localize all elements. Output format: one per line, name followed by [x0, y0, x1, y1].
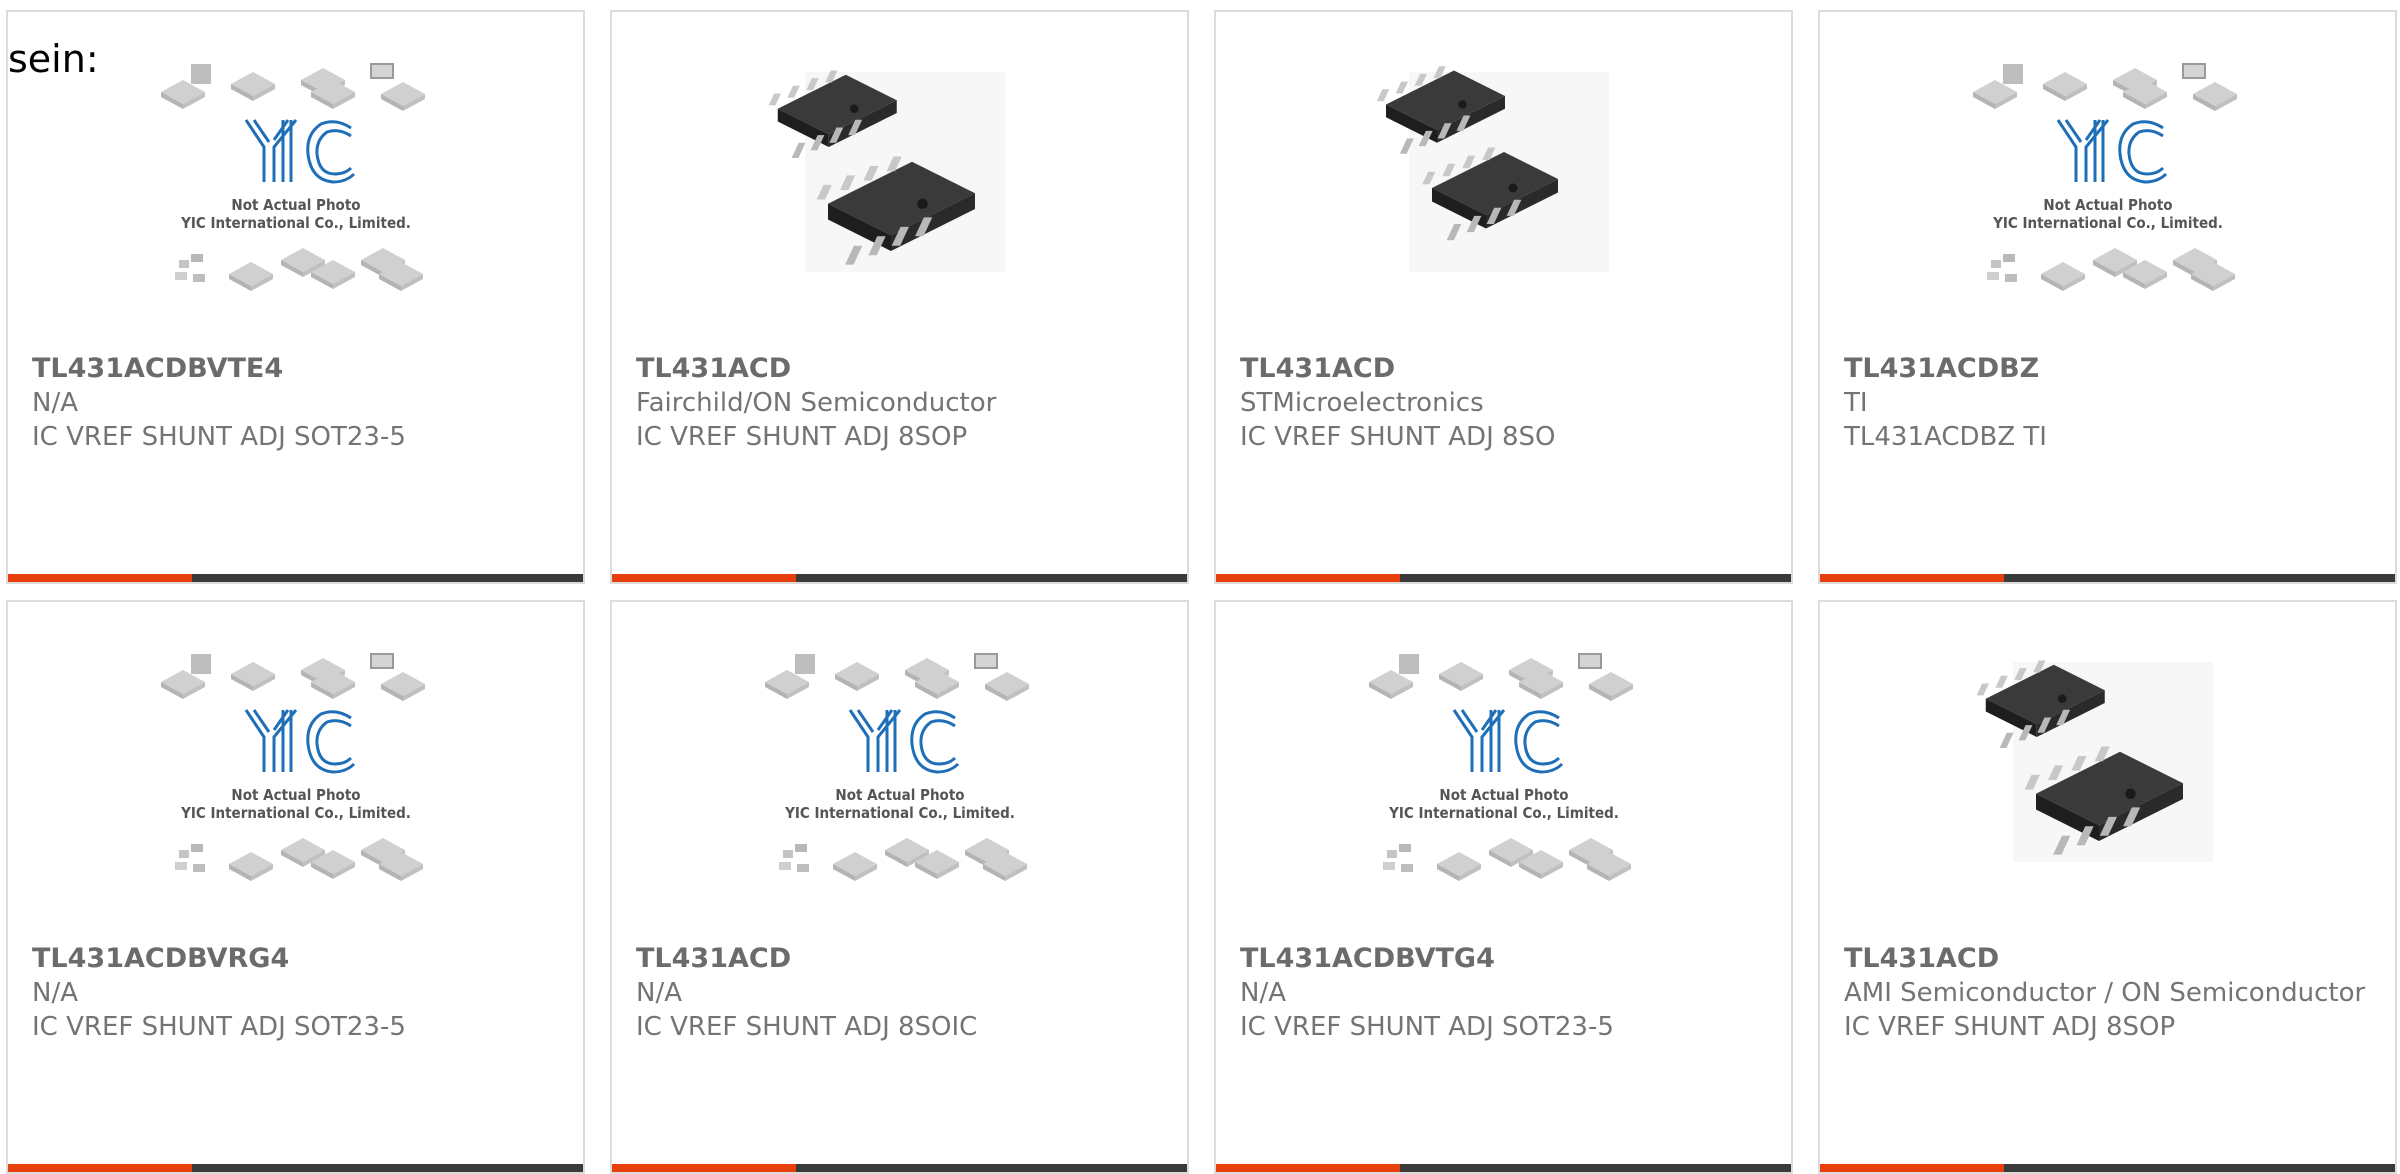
product-description: IC VREF SHUNT ADJ 8SOP — [636, 422, 968, 452]
yic-logo — [2056, 119, 2167, 184]
product-card-link[interactable]: TL431ACD AMI Semiconductor / ON Semicond… — [1820, 602, 2395, 1172]
card-accent-bar — [612, 574, 796, 582]
card-accent-bar — [1820, 574, 2004, 582]
chip-icons-top — [1368, 653, 1633, 701]
product-info: TL431ACDBVRG4 N/A IC VREF SHUNT ADJ SOT2… — [32, 942, 559, 1044]
product-card[interactable]: TL431ACD Fairchild/ON Semiconductor IC V… — [610, 10, 1189, 584]
placeholder-product-image: Not Actual Photo YIC International Co., … — [764, 653, 1029, 881]
placeholder-product-image: Not Actual Photo YIC International Co., … — [160, 653, 425, 881]
product-card-link[interactable]: Not Actual Photo YIC International Co., … — [8, 12, 583, 582]
chip-icons-top — [160, 653, 425, 701]
card-accent-bar — [8, 574, 192, 582]
product-part-number: TL431ACD — [1844, 943, 2000, 974]
placeholder-caption-line1: Not Actual Photo — [1439, 786, 1568, 804]
product-manufacturer: N/A — [32, 978, 78, 1008]
soic8-chip-photo — [1376, 66, 1609, 272]
placeholder-caption-line2: YIC International Co., Limited. — [784, 804, 1015, 822]
product-card[interactable]: TL431ACD AMI Semiconductor / ON Semicond… — [1818, 600, 2397, 1174]
soic8-chip-photo — [1976, 660, 2213, 862]
product-card[interactable]: Not Actual Photo YIC International Co., … — [6, 10, 585, 584]
product-info: TL431ACDBVTG4 N/A IC VREF SHUNT ADJ SOT2… — [1240, 942, 1767, 1044]
chip-icons-top — [160, 63, 425, 111]
soic8-chip-photo — [768, 70, 1005, 272]
yic-logo — [244, 119, 355, 184]
card-bottom-bar — [1820, 574, 2395, 582]
product-description: IC VREF SHUNT ADJ SOT23-5 — [1240, 1012, 1614, 1042]
product-info: TL431ACDBVTE4 N/A IC VREF SHUNT ADJ SOT2… — [32, 352, 559, 454]
product-part-number: TL431ACD — [636, 353, 792, 384]
product-info: TL431ACD Fairchild/ON Semiconductor IC V… — [636, 352, 1163, 454]
card-bottom-bar — [612, 574, 1187, 582]
placeholder-product-image: Not Actual Photo YIC International Co., … — [1368, 653, 1633, 881]
product-part-number: TL431ACD — [1240, 353, 1396, 384]
product-card-link[interactable]: Not Actual Photo YIC International Co., … — [1216, 602, 1791, 1172]
chip-icons-bottom — [174, 248, 423, 291]
placeholder-caption-line2: YIC International Co., Limited. — [180, 804, 411, 822]
chip-icons-top — [764, 653, 1029, 701]
product-description: IC VREF SHUNT ADJ SOT23-5 — [32, 1012, 406, 1042]
intro-text: sein: — [8, 37, 99, 81]
product-info: TL431ACD STMicroelectronics IC VREF SHUN… — [1240, 352, 1767, 454]
product-description: IC VREF SHUNT ADJ 8SOIC — [636, 1012, 978, 1042]
product-card-link[interactable]: Not Actual Photo YIC International Co., … — [612, 602, 1187, 1172]
product-manufacturer: Fairchild/ON Semiconductor — [636, 388, 997, 418]
product-manufacturer: STMicroelectronics — [1240, 388, 1484, 418]
yic-logo — [1452, 709, 1563, 774]
card-bottom-bar — [1216, 574, 1791, 582]
product-manufacturer: N/A — [1240, 978, 1286, 1008]
yic-logo — [244, 709, 355, 774]
placeholder-caption-line1: Not Actual Photo — [231, 786, 360, 804]
card-bottom-bar — [612, 1164, 1187, 1172]
product-description: IC VREF SHUNT ADJ 8SO — [1240, 422, 1556, 452]
yic-logo — [848, 709, 959, 774]
placeholder-caption-line1: Not Actual Photo — [2043, 196, 2172, 214]
card-accent-bar — [8, 1164, 192, 1172]
product-part-number: TL431ACDBZ — [1844, 353, 2040, 384]
product-manufacturer: TI — [1844, 388, 1868, 418]
placeholder-product-image: Not Actual Photo YIC International Co., … — [160, 63, 425, 291]
product-part-number: TL431ACDBVRG4 — [32, 943, 290, 974]
chip-icons-bottom — [1986, 248, 2235, 291]
chip-icons-bottom — [1382, 838, 1631, 881]
card-accent-bar — [1216, 1164, 1400, 1172]
product-manufacturer: AMI Semiconductor / ON Semiconductor — [1844, 978, 2366, 1008]
product-info: TL431ACD N/A IC VREF SHUNT ADJ 8SOIC — [636, 942, 1163, 1044]
product-card[interactable]: TL431ACD STMicroelectronics IC VREF SHUN… — [1214, 10, 1793, 584]
product-card[interactable]: Not Actual Photo YIC International Co., … — [1818, 10, 2397, 584]
product-card[interactable]: Not Actual Photo YIC International Co., … — [610, 600, 1189, 1174]
product-manufacturer: N/A — [636, 978, 682, 1008]
placeholder-caption-line2: YIC International Co., Limited. — [180, 214, 411, 232]
card-bottom-bar — [8, 1164, 583, 1172]
product-part-number: TL431ACD — [636, 943, 792, 974]
product-description: IC VREF SHUNT ADJ SOT23-5 — [32, 422, 406, 452]
product-card[interactable]: Not Actual Photo YIC International Co., … — [1214, 600, 1793, 1174]
product-description: TL431ACDBZ TI — [1844, 422, 2047, 452]
product-card-link[interactable]: TL431ACD STMicroelectronics IC VREF SHUN… — [1216, 12, 1791, 582]
product-info: TL431ACDBZ TI TL431ACDBZ TI — [1844, 352, 2371, 454]
chip-icons-top — [1972, 63, 2237, 111]
placeholder-caption-line1: Not Actual Photo — [835, 786, 964, 804]
card-bottom-bar — [1216, 1164, 1791, 1172]
product-part-number: TL431ACDBVTE4 — [32, 353, 284, 384]
product-card-link[interactable]: TL431ACD Fairchild/ON Semiconductor IC V… — [612, 12, 1187, 582]
placeholder-product-image: Not Actual Photo YIC International Co., … — [1972, 63, 2237, 291]
chip-icons-bottom — [778, 838, 1027, 881]
chip-icons-bottom — [174, 838, 423, 881]
product-info: TL431ACD AMI Semiconductor / ON Semicond… — [1844, 942, 2371, 1044]
card-bottom-bar — [1820, 1164, 2395, 1172]
card-accent-bar — [1820, 1164, 2004, 1172]
card-accent-bar — [1216, 574, 1400, 582]
card-bottom-bar — [8, 574, 583, 582]
product-card[interactable]: Not Actual Photo YIC International Co., … — [6, 600, 585, 1174]
placeholder-caption-line1: Not Actual Photo — [231, 196, 360, 214]
product-part-number: TL431ACDBVTG4 — [1240, 943, 1495, 974]
card-accent-bar — [612, 1164, 796, 1172]
product-card-link[interactable]: Not Actual Photo YIC International Co., … — [8, 602, 583, 1172]
product-description: IC VREF SHUNT ADJ 8SOP — [1844, 1012, 2176, 1042]
placeholder-caption-line2: YIC International Co., Limited. — [1388, 804, 1619, 822]
product-manufacturer: N/A — [32, 388, 78, 418]
placeholder-caption-line2: YIC International Co., Limited. — [1992, 214, 2223, 232]
product-card-link[interactable]: Not Actual Photo YIC International Co., … — [1820, 12, 2395, 582]
